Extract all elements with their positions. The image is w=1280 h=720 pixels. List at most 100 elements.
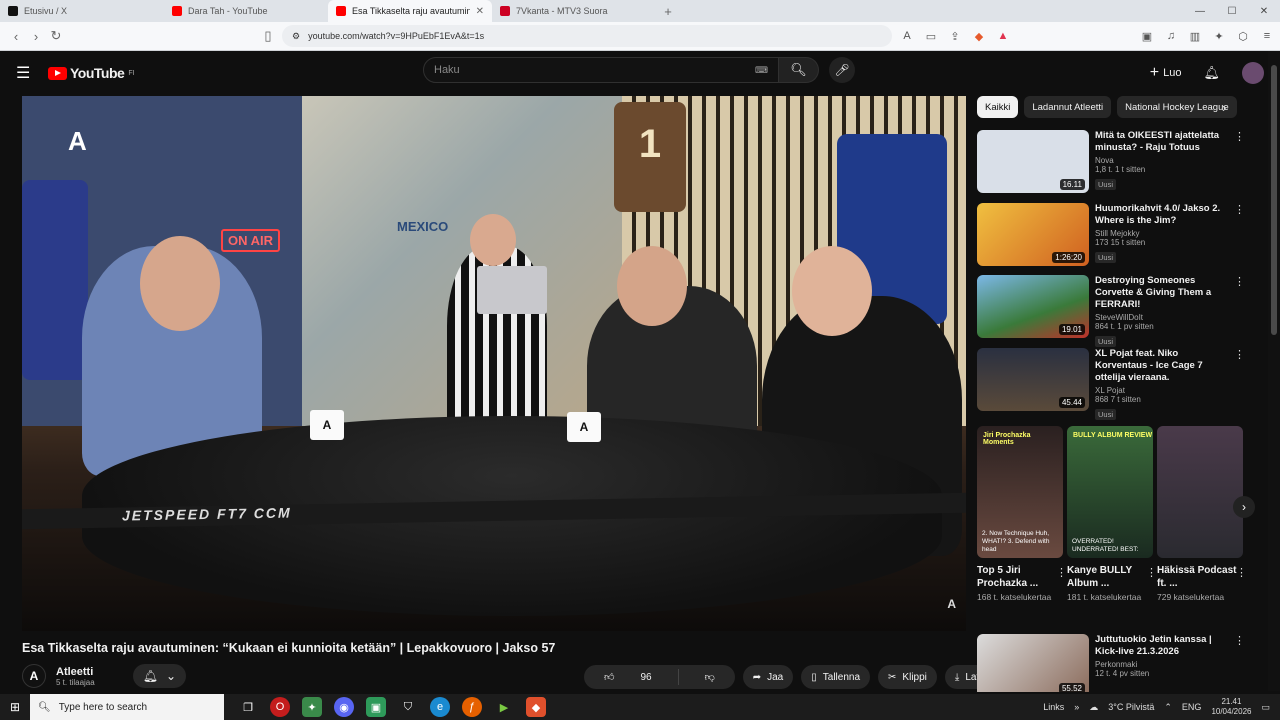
scrollbar-thumb[interactable] xyxy=(1271,65,1277,335)
hamburger-menu-icon[interactable]: ☰ xyxy=(16,63,34,83)
create-button[interactable]: + Luo xyxy=(1150,64,1182,82)
url-field[interactable]: ⚙ youtube.com/watch?v=9HPuEbF1EvA&t=1s xyxy=(282,25,892,47)
more-vertical-icon[interactable]: ⋮ xyxy=(1146,566,1157,579)
more-vertical-icon[interactable]: ⋮ xyxy=(1234,348,1245,361)
short-thumbnail[interactable]: Jiri Prochazka Moments 2. Now Technique … xyxy=(977,426,1063,558)
more-vertical-icon[interactable]: ⋮ xyxy=(1234,275,1245,288)
recommendation-item[interactable]: 19.01 Destroying Someones Corvette & Giv… xyxy=(977,275,1247,347)
minimize-icon[interactable]: — xyxy=(1184,6,1216,17)
chevron-up-icon[interactable]: ⌃ xyxy=(1164,702,1172,713)
share-icon[interactable]: ⇪ xyxy=(948,30,962,43)
clock[interactable]: 21.41 10/04/2026 xyxy=(1211,697,1251,717)
notifications-icon[interactable]: ▭ xyxy=(1261,702,1270,713)
more-vertical-icon[interactable]: ⋮ xyxy=(1234,130,1245,143)
shorts-next-button[interactable]: › xyxy=(1233,496,1255,518)
chip-all[interactable]: Kaikki xyxy=(977,96,1019,118)
recommendation-title[interactable]: Huumorikahvit 4.0/ Jakso 2. Where is the… xyxy=(1095,203,1247,227)
short-title[interactable]: Top 5 Jiri Prochazka ... xyxy=(977,564,1063,590)
video-player[interactable]: A ON AIR MEXICO 1 A A JETSPEED FT7 CCM A xyxy=(22,96,966,631)
search-button[interactable]: 🔍︎ xyxy=(779,57,819,83)
short-item[interactable]: Jiri Prochazka Moments 2. Now Technique … xyxy=(977,426,1067,603)
windows-start-icon[interactable]: ⊞ xyxy=(0,700,30,714)
recommendation-item[interactable]: 55.52 Juttutuokio Jetin kanssa | Kick-li… xyxy=(977,634,1247,692)
firefox-icon[interactable]: ƒ xyxy=(462,697,482,717)
account-avatar[interactable] xyxy=(1242,62,1264,84)
bookmark-icon[interactable]: ▯ xyxy=(258,28,278,44)
channel-name[interactable]: Atleetti xyxy=(56,666,95,678)
brave-rewards-icon[interactable]: ▲ xyxy=(996,30,1010,42)
recommendation-channel[interactable]: XL Pojat xyxy=(1095,386,1247,395)
more-vertical-icon[interactable]: ⋮ xyxy=(1236,566,1247,579)
recommendation-channel[interactable]: Still Mejokky xyxy=(1095,229,1247,238)
video-thumbnail[interactable]: 45.44 xyxy=(977,348,1089,411)
forward-icon[interactable]: › xyxy=(26,29,46,44)
recommendation-title[interactable]: Destroying Someones Corvette & Giving Th… xyxy=(1095,275,1247,311)
taskbar-search[interactable]: 🔍︎ Type here to search xyxy=(30,694,224,720)
more-vertical-icon[interactable]: ⋮ xyxy=(1234,634,1245,647)
chip-nhl[interactable]: National Hockey League xyxy=(1117,96,1237,118)
media-icon[interactable]: ♫ xyxy=(1164,30,1178,42)
short-title[interactable]: Kanye BULLY Album ... xyxy=(1067,564,1153,590)
browser-tab[interactable]: Etusivu / X xyxy=(0,0,164,22)
weather-text[interactable]: 3°C Pilvistä xyxy=(1108,702,1154,712)
discord-icon[interactable]: ◉ xyxy=(334,697,354,717)
back-icon[interactable]: ‹ xyxy=(6,29,26,44)
edge-icon[interactable]: e xyxy=(430,697,450,717)
short-item[interactable]: BULLY ALBUM REVIEW OVERRATED! UNDERRATED… xyxy=(1067,426,1157,603)
chevron-right-icon[interactable]: › xyxy=(1222,100,1226,115)
app-icon[interactable]: ✦ xyxy=(302,697,322,717)
recommendation-title[interactable]: Mitä ta OIKEESTI ajattelatta minusta? - … xyxy=(1095,130,1247,154)
youtube-logo[interactable]: YouTube FI xyxy=(48,65,135,81)
clip-button[interactable]: ✂ Klippi xyxy=(878,665,937,689)
media-player-icon[interactable]: ▶ xyxy=(494,697,514,717)
menu-icon[interactable]: ≡ xyxy=(1260,30,1274,42)
more-vertical-icon[interactable]: ⋮ xyxy=(1234,203,1245,216)
cast-icon[interactable]: ▭ xyxy=(924,30,938,43)
chip-uploaded-by[interactable]: Ladannut Atleetti xyxy=(1024,96,1112,118)
task-view-icon[interactable]: ❐ xyxy=(238,697,258,717)
browser-tab[interactable]: 7Vkanta - MTV3 Suora xyxy=(492,0,656,22)
page-scrollbar[interactable] xyxy=(1268,51,1280,691)
voice-search-button[interactable]: 🎤︎ xyxy=(829,57,855,83)
input-language[interactable]: ENG xyxy=(1182,702,1202,712)
recommendation-channel[interactable]: SteveWillDoIt xyxy=(1095,313,1247,322)
extensions-icon[interactable]: ✦ xyxy=(1212,30,1226,43)
close-window-icon[interactable]: ✕ xyxy=(1248,6,1280,17)
recommendation-title[interactable]: Juttutuokio Jetin kanssa | Kick-live 21.… xyxy=(1095,634,1247,658)
more-vertical-icon[interactable]: ⋮ xyxy=(1056,566,1067,579)
share-button[interactable]: ➦ Jaa xyxy=(742,665,794,689)
brave-icon[interactable]: ◆ xyxy=(526,697,546,717)
recommendation-title[interactable]: XL Pojat feat. Niko Korventaus - Ice Cag… xyxy=(1095,348,1247,384)
video-thumbnail[interactable]: 1:26:20 xyxy=(977,203,1089,266)
like-button[interactable]: 👍︎ 96 xyxy=(584,665,672,689)
site-info-icon[interactable]: ⚙ xyxy=(292,31,300,42)
short-thumbnail[interactable] xyxy=(1157,426,1243,558)
short-title[interactable]: Häkissä Podcast ft. ... xyxy=(1157,564,1243,590)
new-tab-button[interactable]: + xyxy=(656,4,680,19)
channel-avatar[interactable]: A xyxy=(22,664,46,688)
recommendation-item[interactable]: 45.44 XL Pojat feat. Niko Korventaus - I… xyxy=(977,348,1247,420)
keyboard-icon[interactable]: ⌨ xyxy=(755,65,768,76)
recommendation-item[interactable]: 16.11 Mitä ta OIKEESTI ajattelatta minus… xyxy=(977,130,1247,194)
recommendation-channel[interactable]: Nova xyxy=(1095,156,1247,165)
reload-icon[interactable]: ↻ xyxy=(46,28,66,44)
browser-tab[interactable]: Dara Tah - YouTube xyxy=(164,0,328,22)
video-thumbnail[interactable]: 55.52 xyxy=(977,634,1089,692)
save-button[interactable]: ▯ Tallenna xyxy=(801,665,871,689)
sidebar-icon[interactable]: ▥ xyxy=(1188,30,1202,43)
short-thumbnail[interactable]: BULLY ALBUM REVIEW OVERRATED! UNDERRATED… xyxy=(1067,426,1153,558)
recommendation-channel[interactable]: Perkonmaki xyxy=(1095,660,1247,669)
vpn-icon[interactable]: ⬡ xyxy=(1236,30,1250,43)
translate-icon[interactable]: A xyxy=(900,30,914,42)
brave-shields-icon[interactable]: ◆ xyxy=(972,30,986,43)
dislike-button[interactable]: 👎︎ xyxy=(685,665,735,689)
browser-tab-active[interactable]: Esa Tikkaselta raju avautuminen ✕ xyxy=(328,0,492,22)
links-toolbar[interactable]: Links xyxy=(1043,702,1064,712)
app-icon[interactable]: ▣ xyxy=(366,697,386,717)
shield-icon[interactable]: ⛉ xyxy=(398,697,418,717)
notifications-bell-icon[interactable]: 🔔︎ xyxy=(1203,65,1220,81)
short-item[interactable]: Häkissä Podcast ft. ... 729 katselukerta… xyxy=(1157,426,1247,603)
video-thumbnail[interactable]: 16.11 xyxy=(977,130,1089,193)
subscribed-notifications-button[interactable]: 🔔︎ ⌄ xyxy=(132,664,186,688)
weather-cloud-icon[interactable]: ☁ xyxy=(1089,702,1098,713)
